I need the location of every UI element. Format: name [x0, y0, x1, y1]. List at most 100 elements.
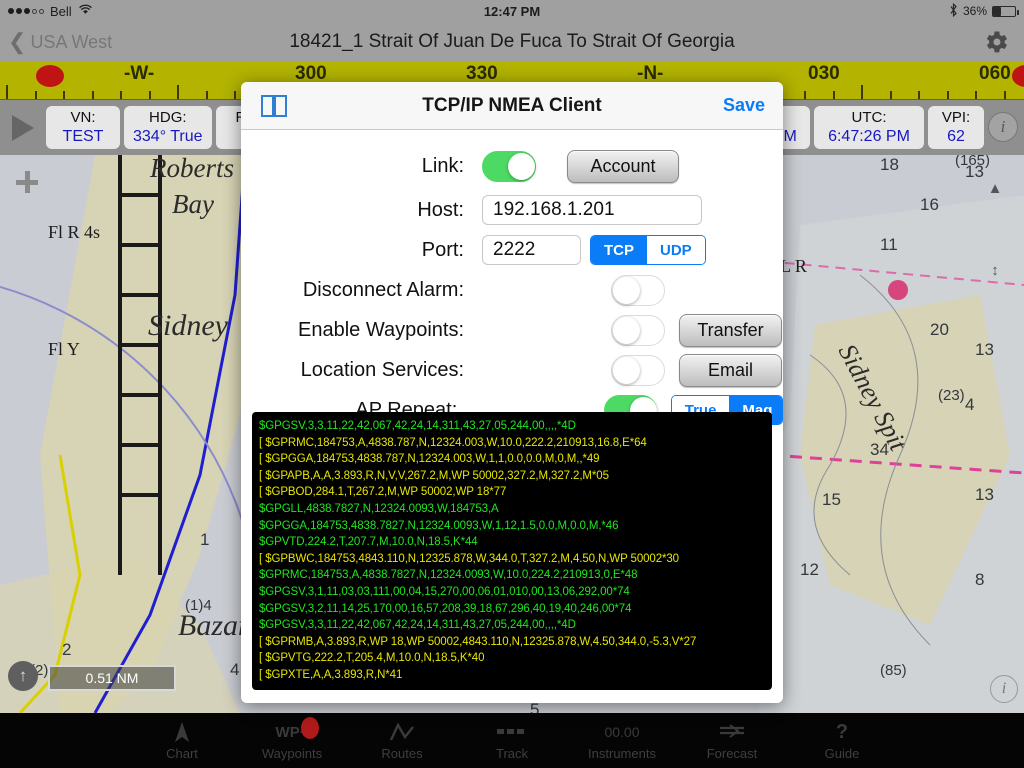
- console-line: $GPGSV,3,2,11,14,25,170,00,16,57,208,39,…: [259, 602, 632, 615]
- form-row-enable-waypoints: Enable Waypoints: Transfer: [241, 310, 783, 350]
- console-line: [ $GPRMC,184753,A,4838.787,N,12324.003,W…: [259, 436, 647, 449]
- tab-track-label: Track: [495, 746, 529, 761]
- svg-text:4: 4: [965, 395, 974, 414]
- tab-guide[interactable]: ? Guide: [787, 720, 897, 762]
- svg-text:11: 11: [880, 235, 898, 254]
- console-line: $GPGGA,184753,4838.7827,N,12324.0093,W,1…: [259, 519, 619, 532]
- svg-text:(165): (165): [955, 155, 990, 169]
- host-input[interactable]: 192.168.1.201: [482, 195, 702, 225]
- up-arrow-icon[interactable]: ↑: [8, 661, 38, 691]
- gauge-hdg-label: HDG:: [149, 109, 187, 126]
- location-services-label: Location Services:: [300, 358, 464, 381]
- tab-guide-label: Guide: [824, 746, 860, 761]
- tab-track[interactable]: Track: [457, 720, 567, 761]
- account-button[interactable]: Account: [567, 149, 679, 183]
- form-row-host: Host: 192.168.1.201: [241, 190, 783, 230]
- clock-label: 12:47 PM: [483, 3, 541, 19]
- info-icon[interactable]: i: [988, 112, 1018, 142]
- console-line: [ $GPVTG,222.2,T,205.4,M,10.0,N,18.5,K*4…: [259, 652, 485, 665]
- gauge-utc[interactable]: UTC: 6:47:26 PM: [814, 106, 924, 149]
- zoom-in-button[interactable]: ▲: [980, 173, 1010, 203]
- back-button[interactable]: ❮ USA West: [8, 29, 112, 55]
- gauge-vn[interactable]: VN: TEST: [46, 106, 120, 149]
- svg-text:15: 15: [822, 490, 841, 509]
- console-line: [ $GPRMB,A,3.893,R,WP 18,WP 50002,4843.1…: [259, 635, 697, 648]
- compass-label-0: -W-: [124, 63, 155, 84]
- book-icon[interactable]: [259, 93, 289, 119]
- form-row-port: Port: 2222 TCP UDP: [241, 230, 783, 270]
- plus-icon[interactable]: [16, 171, 38, 193]
- instruments-icon: 00.00: [604, 724, 640, 740]
- gauge-vn-label: VN:: [70, 109, 96, 126]
- route-icon: [347, 720, 457, 744]
- console-line: [ $GPAPB,A,A,3.893,R,N,V,V,267.2,M,WP 50…: [259, 469, 609, 482]
- battery-percent-label: 36%: [962, 4, 987, 18]
- gear-icon[interactable]: [982, 28, 1010, 56]
- svg-text:1: 1: [200, 530, 209, 549]
- tab-instruments[interactable]: 00.00 Instruments: [567, 720, 677, 761]
- compass-heading-marker-right: [1012, 65, 1024, 87]
- disconnect-alarm-label: Disconnect Alarm:: [302, 278, 464, 301]
- map-info-icon[interactable]: i: [990, 675, 1018, 703]
- svg-text:Bay: Bay: [172, 189, 214, 219]
- form-row-link: Link: Account: [241, 142, 783, 190]
- console-line: $GPGSV,3,3,11,22,42,067,42,24,14,311,43,…: [259, 420, 576, 432]
- waypoints-badge: [301, 717, 319, 739]
- tab-routes-label: Routes: [381, 746, 423, 761]
- up-down-arrow-icon[interactable]: ↕: [980, 255, 1010, 285]
- nmea-console[interactable]: $GPGSV,3,3,11,22,42,067,42,24,14,311,43,…: [252, 412, 772, 690]
- waypoint-icon: WP+: [275, 723, 309, 741]
- gauge-utc-label: UTC:: [851, 109, 887, 126]
- status-bar: Bell 12:47 PM 36%: [0, 0, 1024, 22]
- gauge-vn-value: TEST: [62, 128, 104, 145]
- gauge-hdg[interactable]: HDG: 334° True: [124, 106, 212, 149]
- form-row-disconnect-alarm: Disconnect Alarm:: [241, 270, 783, 310]
- svg-text:(23): (23): [938, 387, 965, 404]
- svg-text:13: 13: [975, 340, 994, 359]
- gauge-hdg-value: 334° True: [133, 128, 203, 145]
- svg-text:16: 16: [920, 195, 939, 214]
- tab-chart-label: Chart: [166, 746, 198, 761]
- email-button[interactable]: Email: [679, 353, 782, 387]
- scale-bar: 0.51 NM: [48, 665, 176, 691]
- navigation-bar: ❮ USA West 18421_1 Strait Of Juan De Fuc…: [0, 22, 1024, 62]
- protocol-segmented-control[interactable]: TCP UDP: [590, 235, 706, 265]
- svg-text:18: 18: [880, 155, 899, 174]
- back-button-label: USA West: [30, 31, 113, 52]
- console-line: [ $GPBWC,184753,4843.110,N,12325.878,W,3…: [259, 552, 679, 565]
- svg-text:20: 20: [930, 320, 949, 339]
- svg-text:8: 8: [975, 570, 984, 589]
- compass-label-4: 030: [808, 63, 840, 84]
- forecast-icon: [677, 720, 787, 744]
- tab-instruments-label: Instruments: [588, 746, 656, 761]
- save-button[interactable]: Save: [723, 95, 765, 116]
- enable-waypoints-toggle[interactable]: [611, 314, 665, 346]
- tab-waypoints[interactable]: WP+ Waypoints: [237, 717, 347, 761]
- form-row-location-services: Location Services: Email: [241, 350, 783, 390]
- link-toggle[interactable]: [482, 150, 536, 182]
- tab-routes[interactable]: Routes: [347, 720, 457, 761]
- transfer-button[interactable]: Transfer: [679, 313, 782, 347]
- bluetooth-icon: [949, 2, 958, 20]
- gauge-vpi[interactable]: VPI: 62: [928, 106, 984, 149]
- gauge-vpi-value: 62: [947, 128, 965, 145]
- play-button[interactable]: [12, 114, 34, 141]
- location-services-toggle[interactable]: [611, 354, 665, 386]
- console-line: $GPGSV,3,3,11,22,42,067,42,24,14,311,43,…: [259, 619, 576, 632]
- tab-chart[interactable]: Chart: [127, 720, 237, 761]
- svg-text:Fl Y: Fl Y: [48, 339, 80, 359]
- tab-waypoints-label: Waypoints: [261, 746, 323, 761]
- disconnect-alarm-toggle[interactable]: [611, 274, 665, 306]
- svg-text:Fl R 4s: Fl R 4s: [48, 222, 100, 242]
- tcp-ip-nmea-client-dialog: TCP/IP NMEA Client Save Link: Account Ho…: [241, 82, 783, 703]
- svg-text:13: 13: [975, 485, 994, 504]
- tab-forecast[interactable]: Forecast: [677, 720, 787, 761]
- port-input[interactable]: 2222: [482, 235, 581, 265]
- console-line: [ $GPXTE,A,A,3.893,R,N*41: [259, 668, 403, 681]
- protocol-option-tcp[interactable]: TCP: [591, 236, 647, 264]
- protocol-option-udp[interactable]: UDP: [647, 236, 705, 264]
- svg-text:4: 4: [230, 660, 239, 679]
- dialog-title: TCP/IP NMEA Client: [422, 94, 602, 116]
- question-mark-icon: ?: [835, 720, 849, 743]
- console-line: $GPRMC,184753,A,4838.7827,N,12324.0093,W…: [259, 569, 638, 582]
